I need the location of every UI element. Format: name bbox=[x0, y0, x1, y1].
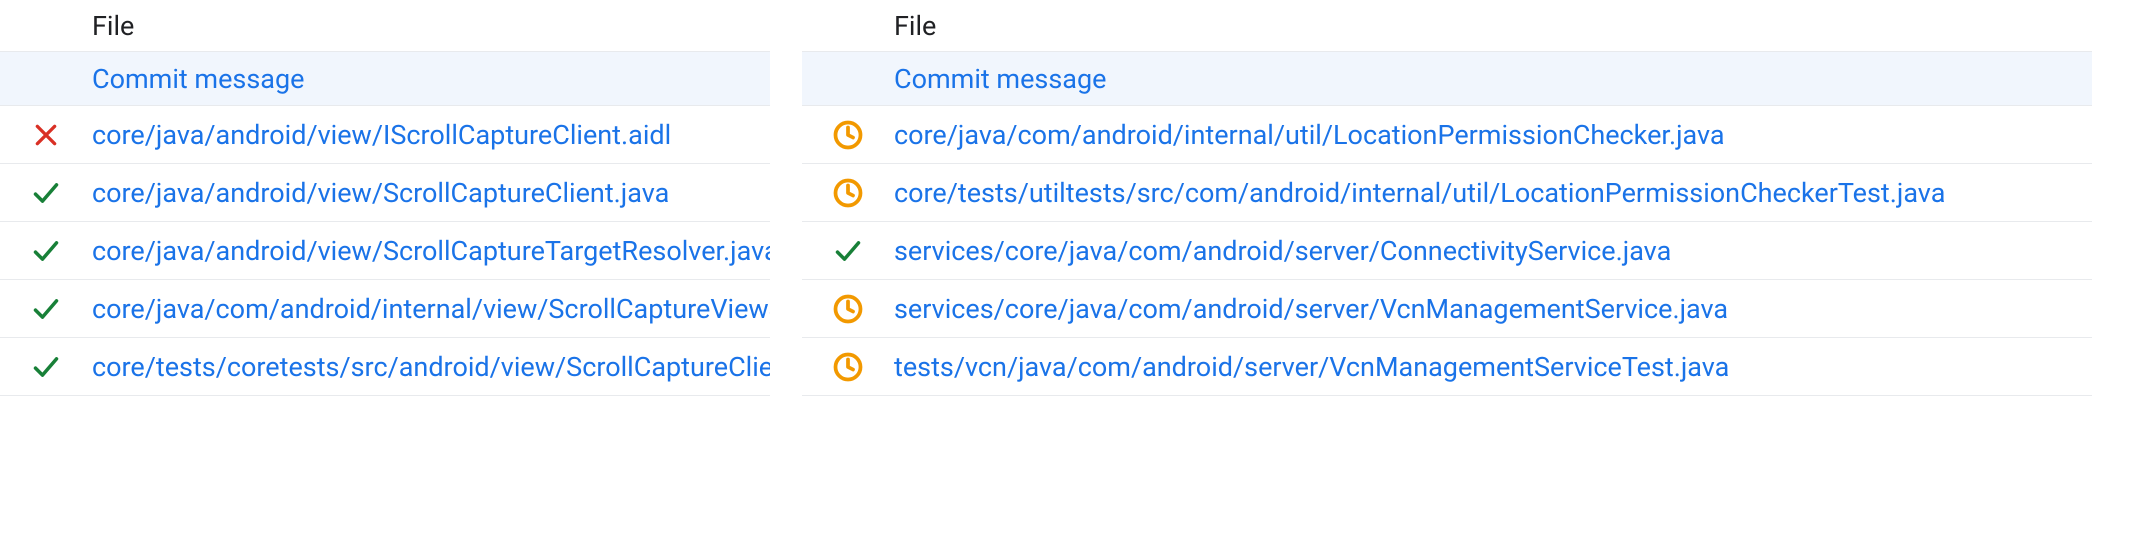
file-path-link[interactable]: core/java/com/android/internal/util/Loca… bbox=[894, 119, 1725, 151]
file-path-link[interactable]: services/core/java/com/android/server/Vc… bbox=[894, 293, 1728, 325]
file-row[interactable]: core/tests/utiltests/src/com/android/int… bbox=[802, 164, 2092, 222]
file-path-link[interactable]: core/java/android/view/ScrollCaptureTarg… bbox=[92, 235, 770, 267]
commit-message-row[interactable]: Commit message bbox=[802, 52, 2092, 106]
file-path-link[interactable]: core/java/android/view/ScrollCaptureClie… bbox=[92, 177, 669, 209]
file-row[interactable]: core/java/com/android/internal/view/Scro… bbox=[0, 280, 770, 338]
cross-icon bbox=[33, 122, 59, 148]
status-cell bbox=[0, 353, 92, 381]
status-cell bbox=[802, 120, 894, 150]
column-header-row: File bbox=[0, 0, 770, 52]
file-path-link[interactable]: core/tests/coretests/src/android/view/Sc… bbox=[92, 351, 770, 383]
commit-message-link[interactable]: Commit message bbox=[894, 63, 1106, 95]
check-icon bbox=[32, 295, 60, 323]
clock-icon bbox=[833, 178, 863, 208]
file-row[interactable]: core/java/android/view/ScrollCaptureTarg… bbox=[0, 222, 770, 280]
file-row[interactable]: core/java/android/view/ScrollCaptureClie… bbox=[0, 164, 770, 222]
column-header-row: File bbox=[802, 0, 2092, 52]
status-cell bbox=[802, 294, 894, 324]
file-column-header: File bbox=[894, 10, 936, 42]
clock-icon bbox=[833, 294, 863, 324]
commit-message-row[interactable]: Commit message bbox=[0, 52, 770, 106]
file-row[interactable]: services/core/java/com/android/server/Co… bbox=[802, 222, 2092, 280]
check-icon bbox=[32, 179, 60, 207]
file-list-left: File Commit message core/java/android/vi… bbox=[0, 0, 770, 552]
status-cell bbox=[802, 178, 894, 208]
file-row[interactable]: core/java/android/view/IScrollCaptureCli… bbox=[0, 106, 770, 164]
file-path-link[interactable]: core/tests/utiltests/src/com/android/int… bbox=[894, 177, 1945, 209]
file-path-link[interactable]: tests/vcn/java/com/android/server/VcnMan… bbox=[894, 351, 1729, 383]
status-cell bbox=[802, 352, 894, 382]
file-row[interactable]: core/tests/coretests/src/android/view/Sc… bbox=[0, 338, 770, 396]
file-row[interactable]: core/java/com/android/internal/util/Loca… bbox=[802, 106, 2092, 164]
status-cell bbox=[802, 237, 894, 265]
file-path-link[interactable]: services/core/java/com/android/server/Co… bbox=[894, 235, 1671, 267]
status-cell bbox=[0, 295, 92, 323]
file-path-link[interactable]: core/java/com/android/internal/view/Scro… bbox=[92, 293, 770, 325]
check-icon bbox=[32, 237, 60, 265]
file-path-link[interactable]: core/java/android/view/IScrollCaptureCli… bbox=[92, 119, 671, 151]
status-cell bbox=[0, 237, 92, 265]
check-icon bbox=[834, 237, 862, 265]
check-icon bbox=[32, 353, 60, 381]
clock-icon bbox=[833, 120, 863, 150]
file-row[interactable]: tests/vcn/java/com/android/server/VcnMan… bbox=[802, 338, 2092, 396]
status-cell bbox=[0, 122, 92, 148]
clock-icon bbox=[833, 352, 863, 382]
file-column-header: File bbox=[92, 10, 134, 42]
file-row[interactable]: services/core/java/com/android/server/Vc… bbox=[802, 280, 2092, 338]
status-cell bbox=[0, 179, 92, 207]
commit-message-link[interactable]: Commit message bbox=[92, 63, 304, 95]
file-list-right: File Commit message core/java/com/androi… bbox=[802, 0, 2092, 552]
